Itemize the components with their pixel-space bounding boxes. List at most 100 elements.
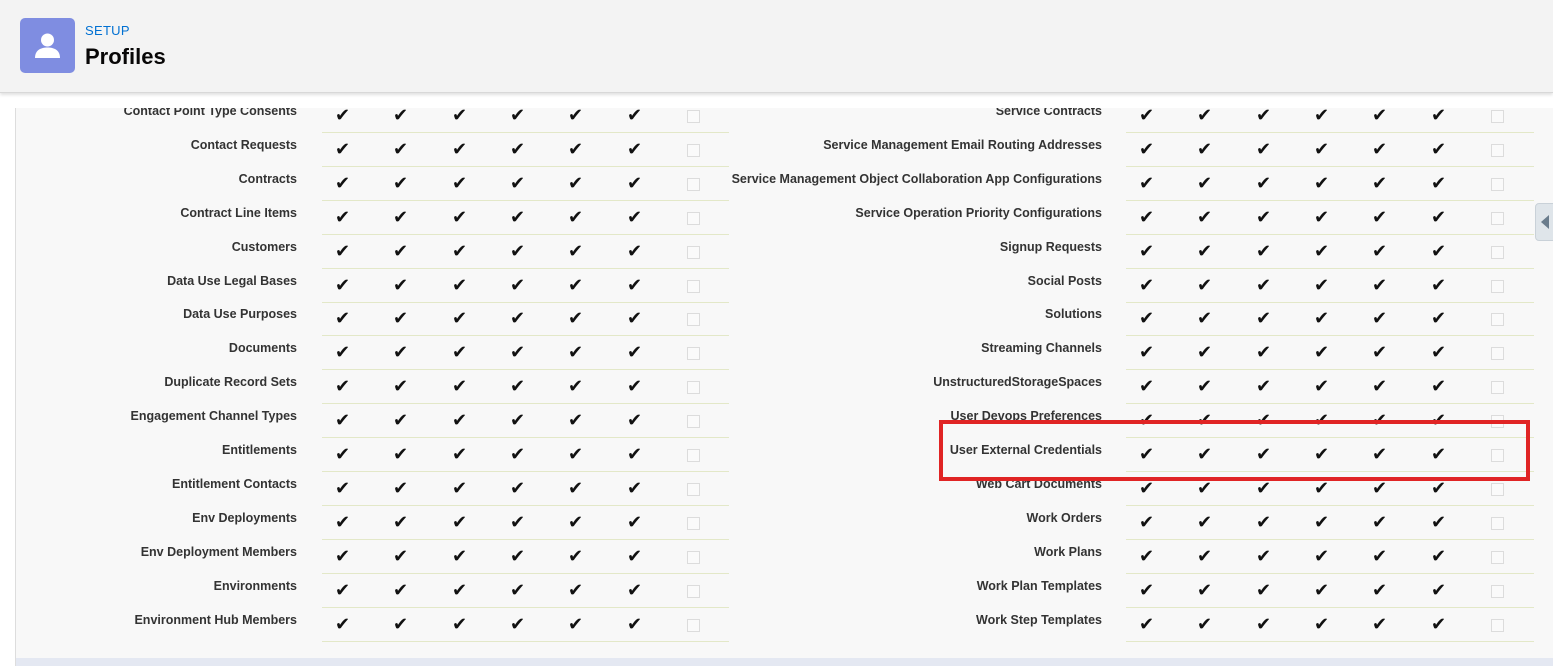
checkmark-icon: ✔: [1372, 241, 1392, 262]
unchecked-checkbox: [1488, 445, 1508, 465]
permission-checkbox-group: ✔ ✔ ✔ ✔ ✔ ✔: [1126, 613, 1534, 647]
checkmark-glyph: ✔: [1197, 579, 1213, 601]
checkmark-glyph: ✔: [1256, 138, 1272, 160]
checkmark-glyph: ✔: [1197, 477, 1213, 499]
permission-object-label: Service Management Object Collaboration …: [731, 171, 1102, 186]
checkmark-glyph: ✔: [1197, 138, 1213, 160]
checkmark-glyph: ✔: [1139, 444, 1155, 465]
checkmark-icon: ✔: [1139, 309, 1159, 329]
checkmark-icon: ✔: [1314, 343, 1334, 363]
permission-row: Service Management Email Routing Address…: [16, 138, 1553, 172]
checkmark-glyph: ✔: [1139, 410, 1155, 432]
checkmark-icon: ✔: [1431, 613, 1451, 635]
checkmark-glyph: ✔: [1314, 613, 1330, 635]
checkmark-glyph: ✔: [1197, 308, 1213, 330]
checkmark-glyph: ✔: [1197, 274, 1213, 296]
checkmark-glyph: ✔: [1256, 172, 1272, 194]
checkmark-glyph: ✔: [1431, 613, 1447, 635]
user-icon: [20, 18, 75, 73]
checkmark-glyph: ✔: [1431, 274, 1447, 296]
row-divider: [1126, 165, 1534, 167]
permission-object-label: Work Plans: [1034, 544, 1102, 559]
checkmark-icon: ✔: [1372, 274, 1392, 296]
checkmark-glyph: ✔: [1256, 444, 1272, 465]
checkmark-icon: ✔: [1431, 241, 1451, 262]
checkmark-icon: ✔: [1197, 173, 1217, 194]
checkmark-glyph: ✔: [1256, 206, 1272, 228]
checkmark-icon: ✔: [1431, 445, 1451, 465]
permission-row: UnstructuredStorageSpaces ✔ ✔ ✔ ✔ ✔ ✔: [16, 375, 1553, 409]
row-divider: [1126, 132, 1534, 133]
checkmark-icon: ✔: [1372, 309, 1392, 329]
empty-checkbox-icon: [1491, 245, 1504, 259]
checkmark-icon: ✔: [1139, 579, 1159, 601]
page-title: Profiles: [85, 44, 166, 69]
checkmark-icon: ✔: [1314, 173, 1334, 194]
unchecked-checkbox: [1488, 108, 1508, 126]
checkmark-icon: ✔: [1256, 411, 1276, 431]
chevron-left-icon: [1541, 215, 1549, 229]
empty-checkbox-icon: [1491, 482, 1504, 496]
permission-checkbox-group: ✔ ✔ ✔ ✔ ✔ ✔: [1126, 341, 1534, 375]
checkmark-icon: ✔: [1139, 207, 1159, 228]
empty-checkbox-icon: [1491, 584, 1504, 598]
checkmark-icon: ✔: [1197, 309, 1217, 329]
checkmark-glyph: ✔: [1431, 376, 1447, 398]
checkmark-glyph: ✔: [1197, 410, 1213, 432]
permission-checkbox-group: ✔ ✔ ✔ ✔ ✔ ✔: [1126, 477, 1534, 511]
empty-checkbox-icon: [1491, 143, 1504, 157]
checkmark-glyph: ✔: [1372, 138, 1388, 160]
checkmark-glyph: ✔: [1256, 342, 1272, 364]
checkmark-icon: ✔: [1314, 241, 1334, 262]
checkmark-icon: ✔: [1197, 445, 1217, 465]
checkmark-icon: ✔: [1314, 108, 1334, 126]
empty-checkbox-icon: [1491, 618, 1504, 632]
permission-object-label: Social Posts: [1027, 273, 1102, 288]
permission-object-label: User External Credentials: [949, 443, 1102, 457]
checkmark-glyph: ✔: [1314, 579, 1330, 601]
checkmark-icon: ✔: [1431, 478, 1451, 499]
unchecked-checkbox: [1488, 513, 1508, 533]
checkmark-glyph: ✔: [1139, 477, 1155, 499]
row-divider: [1126, 369, 1534, 371]
checkmark-icon: ✔: [1139, 274, 1159, 296]
checkmark-icon: ✔: [1197, 274, 1217, 296]
checkmark-glyph: ✔: [1139, 579, 1155, 601]
setup-breadcrumb[interactable]: SETUP: [85, 23, 130, 38]
checkmark-icon: ✔: [1314, 579, 1334, 601]
empty-checkbox-icon: [1491, 347, 1504, 361]
checkmark-glyph: ✔: [1314, 511, 1330, 533]
checkmark-icon: ✔: [1197, 207, 1217, 228]
checkmark-glyph: ✔: [1256, 511, 1272, 533]
permission-checkbox-group: ✔ ✔ ✔ ✔ ✔ ✔: [1126, 108, 1534, 138]
permission-row: Streaming Channels ✔ ✔ ✔ ✔ ✔ ✔: [16, 341, 1553, 375]
checkmark-glyph: ✔: [1431, 444, 1447, 465]
permission-checkbox-group: ✔ ✔ ✔ ✔ ✔ ✔: [1126, 545, 1534, 579]
permission-checkbox-group: ✔ ✔ ✔ ✔ ✔ ✔: [1126, 511, 1534, 545]
panel-footer-bar: [16, 658, 1553, 666]
row-divider: [1126, 301, 1534, 303]
checkmark-icon: ✔: [1372, 512, 1392, 533]
checkmark-glyph: ✔: [1372, 545, 1388, 567]
checkmark-icon: ✔: [1139, 411, 1159, 431]
permission-checkbox-group: ✔ ✔ ✔ ✔ ✔ ✔: [1126, 138, 1534, 172]
checkmark-icon: ✔: [1372, 173, 1392, 194]
checkmark-glyph: ✔: [1314, 138, 1330, 160]
checkmark-icon: ✔: [1431, 411, 1451, 431]
checkmark-glyph: ✔: [1372, 477, 1388, 499]
empty-checkbox-icon: [1491, 381, 1504, 395]
checkmark-icon: ✔: [1314, 445, 1334, 465]
checkmark-glyph: ✔: [1372, 308, 1388, 330]
checkmark-glyph: ✔: [1431, 308, 1447, 330]
object-permissions-panel: Contact Point Type Consents ✔ ✔ ✔ ✔ ✔ ✔ Contact…: [15, 108, 1553, 666]
side-panel-toggle[interactable]: [1535, 203, 1553, 241]
checkmark-glyph: ✔: [1431, 410, 1447, 432]
permission-row: Service Management Object Collaboration …: [16, 172, 1553, 206]
checkmark-glyph: ✔: [1139, 274, 1155, 296]
unchecked-checkbox: [1488, 411, 1508, 431]
checkmark-glyph: ✔: [1314, 444, 1330, 465]
checkmark-icon: ✔: [1256, 309, 1276, 329]
checkmark-icon: ✔: [1431, 309, 1451, 329]
checkmark-glyph: ✔: [1256, 613, 1272, 635]
checkmark-glyph: ✔: [1372, 274, 1388, 296]
